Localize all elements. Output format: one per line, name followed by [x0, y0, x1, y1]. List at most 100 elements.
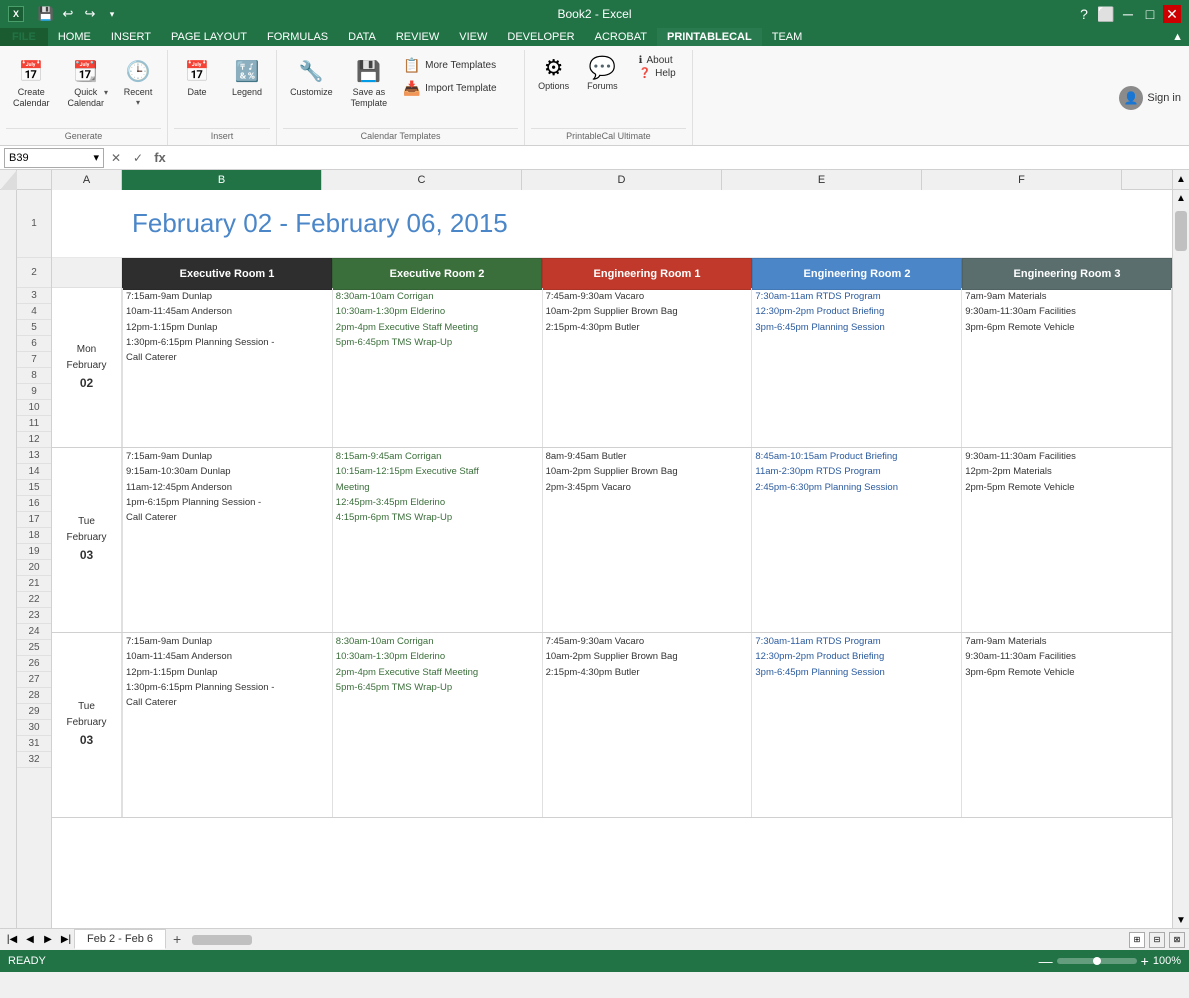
help-btn[interactable]: ? [1075, 5, 1093, 23]
view-tab[interactable]: VIEW [449, 28, 497, 46]
row-28[interactable]: 28 [17, 688, 51, 704]
row-32[interactable]: 32 [17, 752, 51, 768]
row-4[interactable]: 4 [17, 304, 51, 320]
ribbon-toggle-btn[interactable]: ⬜ [1097, 5, 1115, 23]
maximize-btn[interactable]: □ [1141, 5, 1159, 23]
row-5[interactable]: 5 [17, 320, 51, 336]
review-tab[interactable]: REVIEW [386, 28, 449, 46]
more-templates-btn[interactable]: 📋 More Templates [398, 54, 518, 77]
data-tab[interactable]: DATA [338, 28, 386, 46]
legend-btn[interactable]: 🔣 Legend [224, 52, 270, 101]
day-3-room-1[interactable]: 7:15am-9am Dunlap 10am-11:45am Anderson … [122, 633, 333, 817]
normal-view-btn[interactable]: ⊞ [1129, 932, 1145, 948]
day-2-room-3[interactable]: 8am-9:45am Butler 10am-2pm Supplier Brow… [543, 448, 753, 632]
save-as-template-btn[interactable]: 💾 Save asTemplate [344, 52, 395, 112]
row-21[interactable]: 21 [17, 576, 51, 592]
scroll-down-arrow[interactable]: ▼ [1173, 912, 1189, 928]
signin-btn[interactable]: Sign in [1147, 92, 1181, 104]
ribbon-collapse-btn[interactable]: ▲ [1166, 28, 1189, 46]
col-f-header[interactable]: F [922, 170, 1122, 190]
minimize-btn[interactable]: ─ [1119, 5, 1137, 23]
recent-btn[interactable]: 🕒 Recent ▾ [115, 52, 161, 110]
qa-dropdown-btn[interactable]: ▾ [102, 4, 122, 24]
customize-btn[interactable]: 🔧 Customize [283, 52, 340, 101]
row-8[interactable]: 8 [17, 368, 51, 384]
add-sheet-btn[interactable]: + [166, 929, 188, 949]
name-box[interactable]: B39 ▾ [4, 148, 104, 168]
row-25[interactable]: 25 [17, 640, 51, 656]
row-23[interactable]: 23 [17, 608, 51, 624]
col-c-header[interactable]: C [322, 170, 522, 190]
row-2[interactable]: 2 [17, 258, 51, 288]
create-calendar-btn[interactable]: 📅 CreateCalendar [6, 52, 57, 112]
day-3-room-5[interactable]: 7am-9am Materials 9:30am-11:30am Facilit… [962, 633, 1172, 817]
row-30[interactable]: 30 [17, 720, 51, 736]
page-layout-view-btn[interactable]: ⊟ [1149, 932, 1165, 948]
col-d-header[interactable]: D [522, 170, 722, 190]
scroll-up-arrow[interactable]: ▲ [1173, 190, 1189, 206]
page-layout-tab[interactable]: PAGE LAYOUT [161, 28, 257, 46]
row-6[interactable]: 6 [17, 336, 51, 352]
row-16[interactable]: 16 [17, 496, 51, 512]
row-26[interactable]: 26 [17, 656, 51, 672]
col-a-header[interactable]: A [52, 170, 122, 190]
day-1-room-1[interactable]: 7:15am-9am Dunlap 10am-11:45am Anderson … [122, 288, 333, 447]
scroll-thumb[interactable] [1175, 211, 1187, 251]
day-1-room-3[interactable]: 7:45am-9:30am Vacaro 10am-2pm Supplier B… [543, 288, 753, 447]
quick-calendar-dropdown[interactable]: ▾ [104, 88, 108, 97]
day-2-room-2[interactable]: 8:15am-9:45am Corrigan 10:15am-12:15pm E… [333, 448, 543, 632]
insert-function-btn[interactable]: fx [150, 148, 170, 168]
row-31[interactable]: 31 [17, 736, 51, 752]
file-tab[interactable]: FILE [0, 28, 48, 46]
row-27[interactable]: 27 [17, 672, 51, 688]
quick-calendar-btn[interactable]: 📆 QuickCalendar ▾ [61, 52, 112, 112]
zoom-in-btn[interactable]: + [1141, 953, 1149, 969]
scroll-up-btn[interactable]: ▲ [1172, 170, 1189, 189]
name-box-dropdown[interactable]: ▾ [93, 151, 99, 164]
row-19[interactable]: 19 [17, 544, 51, 560]
row-22[interactable]: 22 [17, 592, 51, 608]
row-12[interactable]: 12 [17, 432, 51, 448]
formulas-tab[interactable]: FORMULAS [257, 28, 338, 46]
forums-btn[interactable]: 💬 Forums [580, 52, 625, 94]
row-15[interactable]: 15 [17, 480, 51, 496]
row-17[interactable]: 17 [17, 512, 51, 528]
row-20[interactable]: 20 [17, 560, 51, 576]
row-3[interactable]: 3 [17, 288, 51, 304]
acrobat-tab[interactable]: ACROBAT [585, 28, 657, 46]
h-scrollbar[interactable] [188, 929, 1129, 950]
redo-qa-btn[interactable]: ↪ [80, 4, 100, 24]
page-break-view-btn[interactable]: ⊠ [1169, 932, 1185, 948]
day-3-room-2[interactable]: 8:30am-10am Corrigan 10:30am-1:30pm Elde… [333, 633, 543, 817]
next-sheet-btn[interactable]: ▶ [40, 932, 56, 948]
row-24[interactable]: 24 [17, 624, 51, 640]
formula-input[interactable] [172, 148, 1185, 168]
row-11[interactable]: 11 [17, 416, 51, 432]
day-1-room-5[interactable]: 7am-9am Materials 9:30am-11:30am Facilit… [962, 288, 1172, 447]
import-template-btn[interactable]: 📥 Import Template [398, 77, 518, 100]
printablecal-tab[interactable]: PRINTABLECAL [657, 28, 762, 46]
zoom-slider[interactable] [1057, 958, 1137, 964]
undo-qa-btn[interactable]: ↩ [58, 4, 78, 24]
close-btn[interactable]: ✕ [1163, 5, 1181, 23]
row-18[interactable]: 18 [17, 528, 51, 544]
day-3-room-4[interactable]: 7:30am-11am RTDS Program 12:30pm-2pm Pro… [752, 633, 962, 817]
col-e-header[interactable]: E [722, 170, 922, 190]
row-1[interactable]: 1 [17, 190, 51, 258]
zoom-level[interactable]: 100% [1153, 955, 1181, 967]
day-2-room-4[interactable]: 8:45am-10:15am Product Briefing 11am-2:3… [752, 448, 962, 632]
last-sheet-btn[interactable]: ▶| [58, 932, 74, 948]
day-2-room-1[interactable]: 7:15am-9am Dunlap 9:15am-10:30am Dunlap … [122, 448, 333, 632]
about-btn[interactable]: ℹ About [637, 54, 678, 67]
col-b-header[interactable]: B [122, 170, 322, 190]
row-29[interactable]: 29 [17, 704, 51, 720]
row-14[interactable]: 14 [17, 464, 51, 480]
recent-dropdown[interactable]: ▾ [136, 98, 140, 107]
developer-tab[interactable]: DEVELOPER [497, 28, 584, 46]
save-qa-btn[interactable]: 💾 [36, 4, 56, 24]
h-scroll-thumb[interactable] [192, 935, 252, 945]
home-tab[interactable]: HOME [48, 28, 101, 46]
help-ribbon-btn[interactable]: ❓ Help [637, 67, 678, 80]
day-1-room-4[interactable]: 7:30am-11am RTDS Program 12:30pm-2pm Pro… [752, 288, 962, 447]
sheet-tab-feb2-feb6[interactable]: Feb 2 - Feb 6 [74, 929, 166, 949]
